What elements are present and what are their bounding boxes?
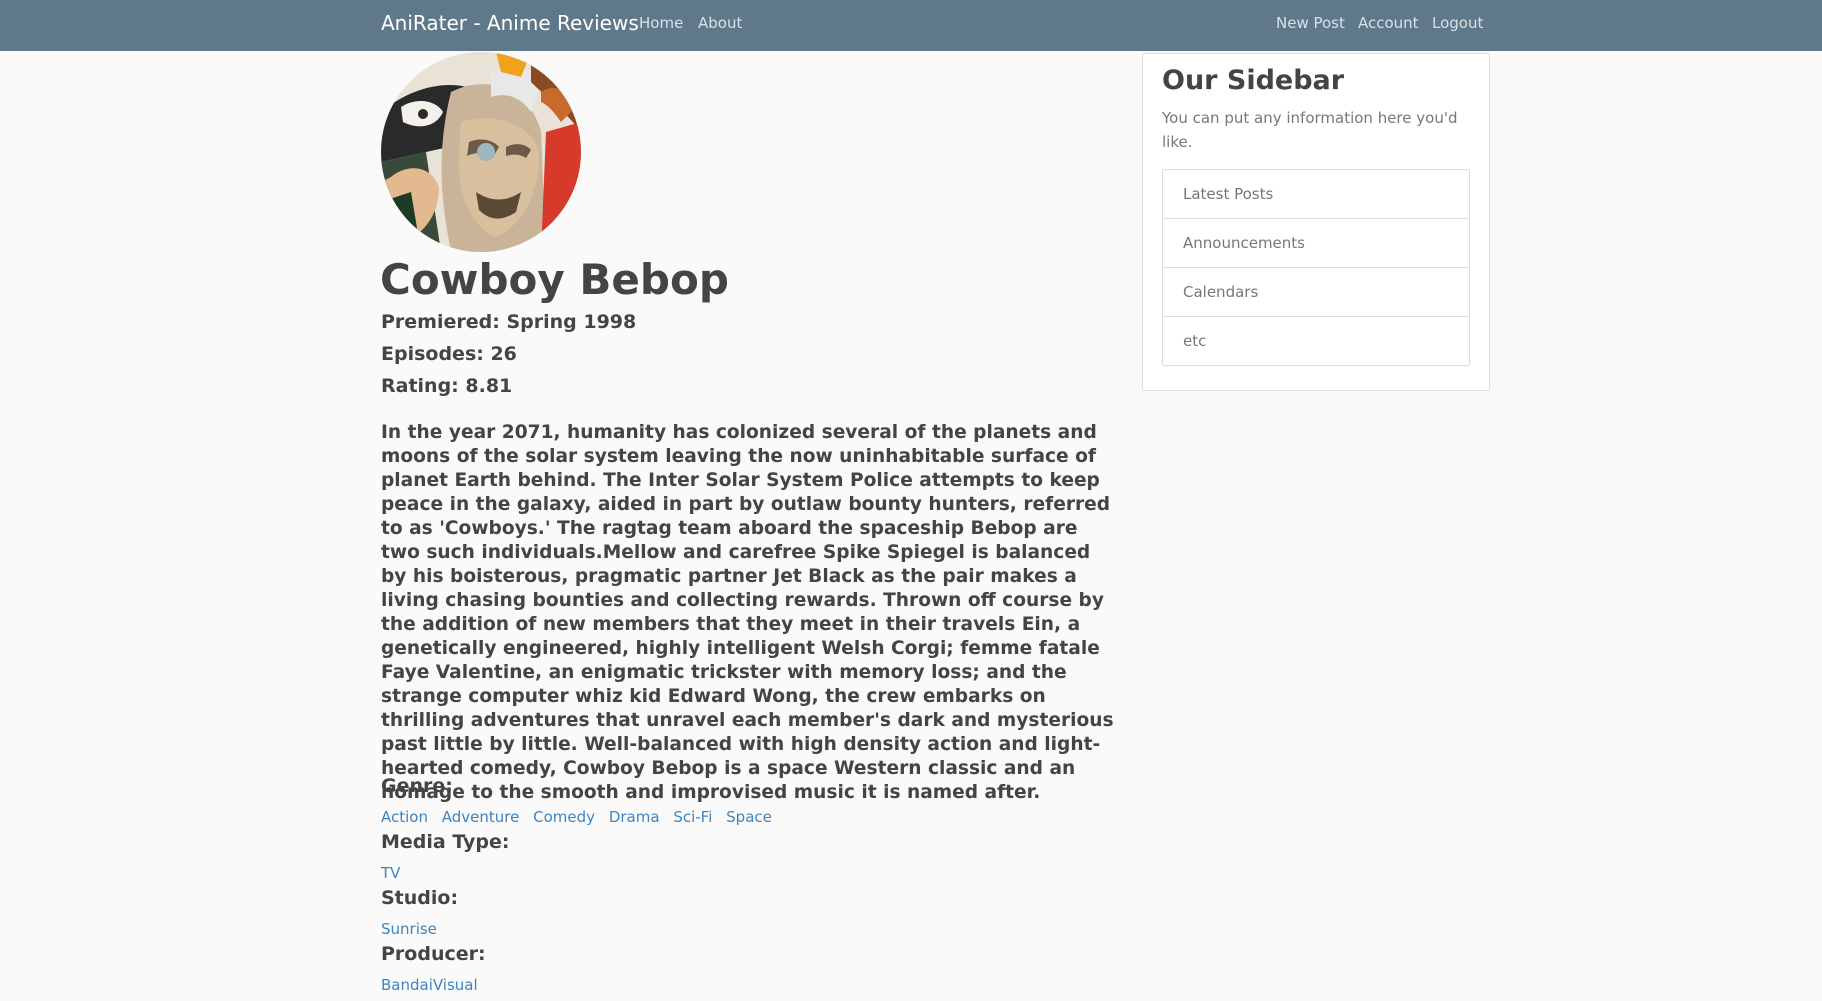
media-type-link-tv[interactable]: TV [381, 864, 400, 882]
sidebar-item-latest-posts[interactable]: Latest Posts [1163, 170, 1469, 219]
episodes-info: Episodes: 26 [381, 343, 517, 365]
genre-link-adventure[interactable]: Adventure [442, 808, 520, 826]
studio-label: Studio: [381, 887, 459, 909]
sidebar-item-announcements[interactable]: Announcements [1163, 219, 1469, 268]
brand-link[interactable]: AniRater - Anime Reviews [381, 11, 639, 35]
anime-title: Cowboy Bebop [380, 255, 729, 304]
rating-info: Rating: 8.81 [381, 375, 513, 397]
genre-list: Action Adventure Comedy Drama Sci-Fi Spa… [381, 808, 781, 826]
producer-link-bandaivisual[interactable]: BandaiVisual [381, 976, 478, 994]
media-type-list: TV [381, 864, 409, 882]
genre-link-scifi[interactable]: Sci-Fi [673, 808, 712, 826]
anime-synopsis: In the year 2071, humanity has colonized… [381, 422, 1114, 803]
nav-new-post-link[interactable]: New Post [1276, 14, 1345, 32]
producer-label: Producer: [381, 943, 486, 965]
sidebar-list: Latest Posts Announcements Calendars etc [1162, 169, 1470, 366]
genre-label: Genre: [381, 775, 453, 797]
sidebar-description: You can put any information here you'd l… [1162, 109, 1458, 151]
genre-link-space[interactable]: Space [726, 808, 772, 826]
sidebar-title: Our Sidebar [1162, 65, 1345, 96]
studio-list: Sunrise [381, 920, 446, 938]
sidebar-item-calendars[interactable]: Calendars [1163, 268, 1469, 317]
genre-link-comedy[interactable]: Comedy [533, 808, 595, 826]
sidebar-panel: Our Sidebar You can put any information … [1142, 53, 1490, 391]
nav-home-link[interactable]: Home [639, 14, 683, 32]
nav-about-link[interactable]: About [698, 14, 742, 32]
nav-account-link[interactable]: Account [1358, 14, 1419, 32]
nav-logout-link[interactable]: Logout [1432, 14, 1483, 32]
top-navbar: AniRater - Anime Reviews Home About New … [0, 0, 1822, 51]
premiered-info: Premiered: Spring 1998 [381, 311, 637, 333]
anime-cover-image [381, 52, 581, 252]
genre-link-drama[interactable]: Drama [609, 808, 660, 826]
media-type-label: Media Type: [381, 831, 510, 853]
studio-link-sunrise[interactable]: Sunrise [381, 920, 437, 938]
genre-link-action[interactable]: Action [381, 808, 428, 826]
producer-list: BandaiVisual [381, 976, 487, 994]
cover-artwork [381, 52, 581, 252]
sidebar-item-etc[interactable]: etc [1163, 317, 1469, 365]
